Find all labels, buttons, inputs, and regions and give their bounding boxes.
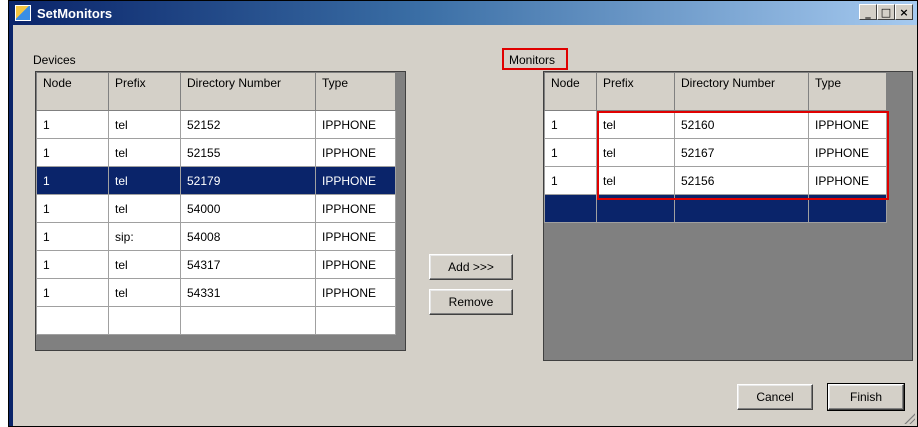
devices-column-header[interactable]: Node (36, 72, 109, 111)
devices-table-cell[interactable]: 1 (36, 250, 109, 279)
title-bar[interactable]: SetMonitors _ □ × (9, 1, 917, 25)
monitors-table-cell[interactable]: 52160 (674, 110, 809, 139)
devices-hscroll[interactable] (36, 340, 405, 350)
monitors-new-row[interactable] (544, 194, 887, 223)
finish-button[interactable]: Finish (827, 383, 905, 411)
devices-new-row[interactable] (36, 306, 396, 335)
monitors-table-row[interactable]: 1 tel 52156 IPPHONE (544, 166, 887, 195)
remove-button[interactable]: Remove (429, 289, 513, 315)
devices-table-cell[interactable]: 1 (36, 138, 109, 167)
monitors-table-cell[interactable]: tel (596, 110, 675, 139)
monitors-table-row[interactable]: 1 tel 52160 IPPHONE (544, 110, 887, 139)
devices-table-cell[interactable]: 54000 (180, 194, 316, 223)
devices-table-cell[interactable]: IPPHONE (315, 278, 396, 307)
devices-table-row[interactable]: 1 tel 54331 IPPHONE (36, 278, 396, 307)
devices-table-row[interactable]: 1 tel 52155 IPPHONE (36, 138, 396, 167)
devices-table-cell[interactable]: tel (108, 110, 181, 139)
monitors-table-row[interactable]: 1 tel 52167 IPPHONE (544, 138, 887, 167)
devices-column-header[interactable]: Directory Number (180, 72, 316, 111)
close-button[interactable]: × (895, 4, 913, 20)
devices-table-cell[interactable]: 1 (36, 194, 109, 223)
monitors-column-header[interactable]: Prefix (596, 72, 675, 111)
devices-table-cell[interactable]: tel (108, 278, 181, 307)
monitors-table-cell[interactable]: tel (596, 138, 675, 167)
devices-table-cell[interactable]: 1 (36, 278, 109, 307)
devices-table-cell[interactable]: 1 (36, 110, 109, 139)
devices-table-cell[interactable]: sip: (108, 222, 181, 251)
monitors-table-cell[interactable]: 1 (544, 110, 597, 139)
monitors-table-cell[interactable]: 1 (544, 166, 597, 195)
dialog-client-area: Devices Node Prefix Directory Number Type 1… (13, 25, 917, 426)
devices-grid[interactable]: Node Prefix Directory Number Type 1 tel 52152… (35, 71, 406, 351)
maximize-icon: □ (880, 5, 892, 19)
devices-table-cell[interactable]: IPPHONE (315, 166, 396, 195)
monitors-table-cell[interactable] (596, 194, 675, 223)
monitors-label: Monitors (509, 53, 556, 67)
monitors-table-cell[interactable]: 52167 (674, 138, 809, 167)
add-button[interactable]: Add >>> (429, 254, 513, 280)
devices-table: Node Prefix Directory Number Type 1 tel 52152… (36, 72, 396, 335)
devices-label: Devices (33, 53, 76, 67)
monitors-table-cell[interactable]: 52156 (674, 166, 809, 195)
monitors-column-header[interactable]: Type (808, 72, 887, 111)
devices-table-cell[interactable]: 54317 (180, 250, 316, 279)
devices-table-cell[interactable]: 1 (36, 222, 109, 251)
devices-table-cell[interactable]: 52155 (180, 138, 316, 167)
monitors-table-cell[interactable]: IPPHONE (808, 138, 887, 167)
devices-table-cell[interactable]: IPPHONE (315, 138, 396, 167)
devices-table-cell[interactable]: 52152 (180, 110, 316, 139)
monitors-table: Node Prefix Directory Number Type 1 tel 52160… (544, 72, 887, 223)
devices-column-header[interactable]: Type (315, 72, 396, 111)
devices-table-cell[interactable]: 52179 (180, 166, 316, 195)
setmonitors-window: SetMonitors _ □ × Devices Node Prefix Dire… (8, 0, 918, 427)
monitors-table-cell[interactable] (808, 194, 887, 223)
devices-table-cell[interactable] (180, 306, 316, 335)
monitors-table-cell[interactable]: IPPHONE (808, 110, 887, 139)
devices-table-row[interactable]: 1 tel 54317 IPPHONE (36, 250, 396, 279)
devices-table-cell[interactable]: tel (108, 166, 181, 195)
app-icon (15, 5, 31, 21)
devices-table-cell[interactable]: tel (108, 194, 181, 223)
window-title: SetMonitors (37, 6, 113, 21)
maximize-button[interactable]: □ (877, 4, 895, 20)
devices-table-cell[interactable]: tel (108, 250, 181, 279)
devices-table-row[interactable]: 1 tel 52152 IPPHONE (36, 110, 396, 139)
monitors-table-cell[interactable]: IPPHONE (808, 166, 887, 195)
devices-table-cell[interactable]: tel (108, 138, 181, 167)
devices-table-row[interactable]: 1 sip: 54008 IPPHONE (36, 222, 396, 251)
devices-table-cell[interactable]: IPPHONE (315, 194, 396, 223)
resize-grip-icon[interactable] (903, 412, 915, 424)
devices-table-cell[interactable]: IPPHONE (315, 222, 396, 251)
monitors-grid[interactable]: Node Prefix Directory Number Type 1 tel 52160… (543, 71, 913, 361)
devices-table-cell[interactable]: 54331 (180, 278, 316, 307)
minimize-icon: _ (865, 5, 871, 19)
cancel-button[interactable]: Cancel (737, 384, 813, 410)
devices-column-header[interactable]: Prefix (108, 72, 181, 111)
monitors-table-cell[interactable] (674, 194, 809, 223)
devices-table-cell[interactable]: 54008 (180, 222, 316, 251)
monitors-table-cell[interactable] (544, 194, 597, 223)
devices-table-cell[interactable]: 1 (36, 166, 109, 195)
minimize-button[interactable]: _ (859, 4, 877, 20)
devices-table-row[interactable]: 1 tel 52179 IPPHONE (36, 166, 396, 195)
monitors-table-cell[interactable]: tel (596, 166, 675, 195)
devices-table-row[interactable]: 1 tel 54000 IPPHONE (36, 194, 396, 223)
devices-table-cell[interactable] (108, 306, 181, 335)
monitors-column-header[interactable]: Directory Number (674, 72, 809, 111)
close-icon: × (899, 5, 909, 19)
devices-table-cell[interactable]: IPPHONE (315, 110, 396, 139)
devices-table-cell[interactable]: IPPHONE (315, 250, 396, 279)
monitors-table-cell[interactable]: 1 (544, 138, 597, 167)
monitors-column-header[interactable]: Node (544, 72, 597, 111)
devices-table-cell[interactable] (36, 306, 109, 335)
devices-table-cell[interactable] (315, 306, 396, 335)
